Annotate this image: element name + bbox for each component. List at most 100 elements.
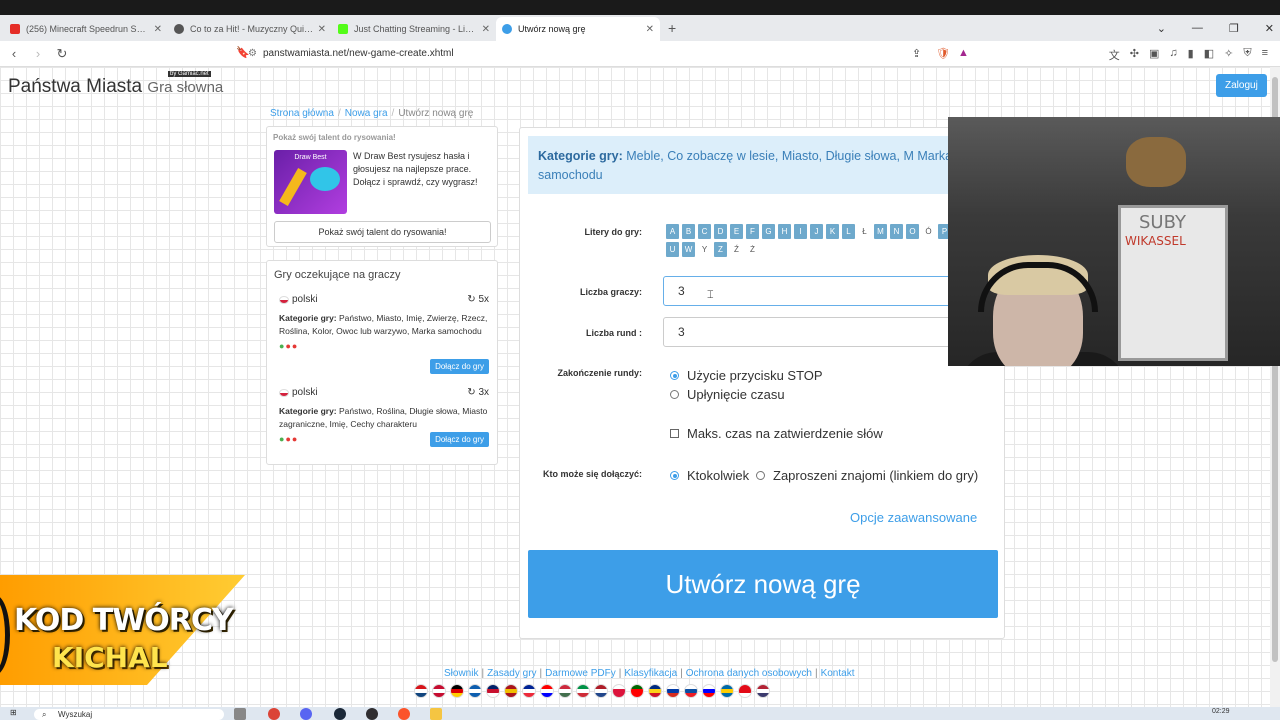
forward-icon[interactable]: ›	[28, 46, 48, 61]
breadcrumb-new-game[interactable]: Nowa gra	[345, 108, 388, 119]
sidebar-icon[interactable]: ▮	[1188, 47, 1194, 63]
letter-toggle[interactable]: I	[794, 224, 807, 239]
breadcrumb-home[interactable]: Strona główna	[270, 108, 334, 119]
language-flag-icon[interactable]	[468, 684, 482, 698]
site-logo[interactable]: Państwa Miasta Gra słowna	[8, 76, 223, 98]
join-game-button[interactable]: Dołącz do gry	[430, 359, 489, 374]
language-flag-icon[interactable]	[540, 684, 554, 698]
radio-checked-icon[interactable]	[670, 371, 679, 380]
share-icon[interactable]: ⇪	[912, 47, 921, 60]
wallet-icon[interactable]: ◧	[1204, 47, 1214, 63]
language-flag-icon[interactable]	[756, 684, 770, 698]
close-tab-icon[interactable]: ✕	[646, 24, 654, 35]
radio-anyone[interactable]: Ktokolwiek	[670, 468, 749, 483]
radio-stop-button[interactable]: Użycie przycisku STOP	[670, 368, 823, 383]
vpn-icon[interactable]: ⛨	[1243, 47, 1251, 63]
footer-link-ranking[interactable]: Klasyfikacja	[624, 668, 677, 679]
taskbar-clock[interactable]: 02:29	[1212, 708, 1230, 715]
letter-toggle[interactable]: M	[874, 224, 887, 239]
folder-icon[interactable]	[430, 708, 442, 720]
language-flag-icon[interactable]	[414, 684, 428, 698]
radio-checked-icon[interactable]	[670, 471, 679, 480]
letter-toggle[interactable]: Z	[714, 242, 727, 257]
radio-time-elapsed[interactable]: Upłynięcie czasu	[670, 387, 785, 402]
footer-link-privacy[interactable]: Ochrona danych osobowych	[686, 668, 812, 679]
music-icon[interactable]: ♫	[1169, 47, 1177, 63]
letter-toggle[interactable]: O	[906, 224, 919, 239]
language-flag-icon[interactable]	[558, 684, 572, 698]
close-tab-icon[interactable]: ✕	[482, 24, 490, 35]
brave-shield-icon[interactable]: 🛡	[936, 47, 950, 60]
letter-toggle[interactable]: B	[682, 224, 695, 239]
footer-link-dictionary[interactable]: Słownik	[444, 668, 478, 679]
language-flag-icon[interactable]	[594, 684, 608, 698]
new-tab-button[interactable]: +	[660, 20, 684, 41]
maximize-icon[interactable]: ❐	[1229, 22, 1239, 35]
letter-toggle[interactable]: K	[826, 224, 839, 239]
letter-toggle[interactable]: C	[698, 224, 711, 239]
chrome-icon[interactable]	[268, 708, 280, 720]
tab-quiz[interactable]: Co to za Hit! - Muzyczny Quiz Hip-Hop✕	[168, 17, 332, 41]
create-game-button[interactable]: Utwórz nową grę	[528, 550, 998, 618]
language-flag-icon[interactable]	[486, 684, 500, 698]
menu-icon[interactable]: ≡	[1262, 47, 1268, 63]
rounds-input[interactable]: 3	[663, 317, 963, 347]
brave-icon[interactable]	[398, 708, 410, 720]
bookmark-icon[interactable]: 🔖	[236, 46, 250, 59]
letter-toggle[interactable]: J	[810, 224, 823, 239]
translate-icon[interactable]: 文	[1109, 47, 1120, 63]
radio-unchecked-icon[interactable]	[756, 471, 765, 480]
url-field[interactable]: ⚙ panstwamiasta.net/new-game-create.xhtm…	[248, 48, 988, 59]
close-tab-icon[interactable]: ✕	[318, 24, 326, 35]
language-flag-icon[interactable]	[738, 684, 752, 698]
extensions-icon[interactable]: ✣	[1130, 47, 1139, 63]
taskbar-search[interactable]: ⌕ Wyszukaj	[34, 709, 224, 720]
language-flag-icon[interactable]	[684, 684, 698, 698]
letter-toggle[interactable]: Ł	[858, 224, 871, 239]
language-flag-icon[interactable]	[720, 684, 734, 698]
discord-icon[interactable]	[300, 708, 312, 720]
steam-icon[interactable]	[334, 708, 346, 720]
letter-toggle[interactable]: Y	[698, 242, 711, 257]
close-tab-icon[interactable]: ✕	[154, 24, 162, 35]
letter-toggle[interactable]: L	[842, 224, 855, 239]
letter-toggle[interactable]: A	[666, 224, 679, 239]
letter-toggle[interactable]: Ź	[730, 242, 743, 257]
language-flag-icon[interactable]	[702, 684, 716, 698]
minimize-icon[interactable]: —	[1192, 22, 1203, 34]
footer-link-rules[interactable]: Zasady gry	[487, 668, 536, 679]
obs-icon[interactable]	[366, 708, 378, 720]
reload-icon[interactable]: ↻	[52, 46, 72, 62]
language-flag-icon[interactable]	[666, 684, 680, 698]
letter-toggle[interactable]: N	[890, 224, 903, 239]
join-game-button[interactable]: Dołącz do gry	[430, 432, 489, 447]
tab-youtube[interactable]: (256) Minecraft Speedrun Setup Guide✕	[4, 17, 168, 41]
radio-unchecked-icon[interactable]	[670, 390, 679, 399]
login-button[interactable]: Zaloguj	[1216, 74, 1267, 97]
language-flag-icon[interactable]	[612, 684, 626, 698]
task-view-icon[interactable]	[234, 708, 246, 720]
leo-icon[interactable]: ✧	[1224, 47, 1233, 63]
back-icon[interactable]: ‹	[4, 46, 24, 61]
letter-toggle[interactable]: Ó	[922, 224, 935, 239]
tab-kick[interactable]: Just Chatting Streaming - Live Stream✕	[332, 17, 496, 41]
footer-link-pdf[interactable]: Darmowe PDFy	[545, 668, 616, 679]
advanced-options-link[interactable]: Opcje zaawansowane	[850, 510, 977, 525]
letter-toggle[interactable]: F	[746, 224, 759, 239]
language-flag-icon[interactable]	[630, 684, 644, 698]
max-time-checkbox[interactable]: Maks. czas na zatwierdzenie słów	[670, 426, 883, 441]
tab-active[interactable]: Utwórz nową grę ✕	[496, 17, 660, 41]
letter-toggle[interactable]: Ż	[746, 242, 759, 257]
letter-toggle[interactable]: E	[730, 224, 743, 239]
letter-toggle[interactable]: D	[714, 224, 727, 239]
letter-toggle[interactable]: W	[682, 242, 695, 257]
chevron-down-icon[interactable]: ⌄	[1157, 22, 1166, 35]
draw-best-image[interactable]: Draw Best	[274, 150, 347, 214]
language-flag-icon[interactable]	[450, 684, 464, 698]
promo-button[interactable]: Pokaż swój talent do rysowania!	[274, 221, 491, 243]
brave-rewards-icon[interactable]: ▲	[958, 47, 969, 59]
language-flag-icon[interactable]	[576, 684, 590, 698]
screenshot-icon[interactable]: ▣	[1149, 47, 1159, 63]
language-flag-icon[interactable]	[648, 684, 662, 698]
letter-toggle[interactable]: U	[666, 242, 679, 257]
